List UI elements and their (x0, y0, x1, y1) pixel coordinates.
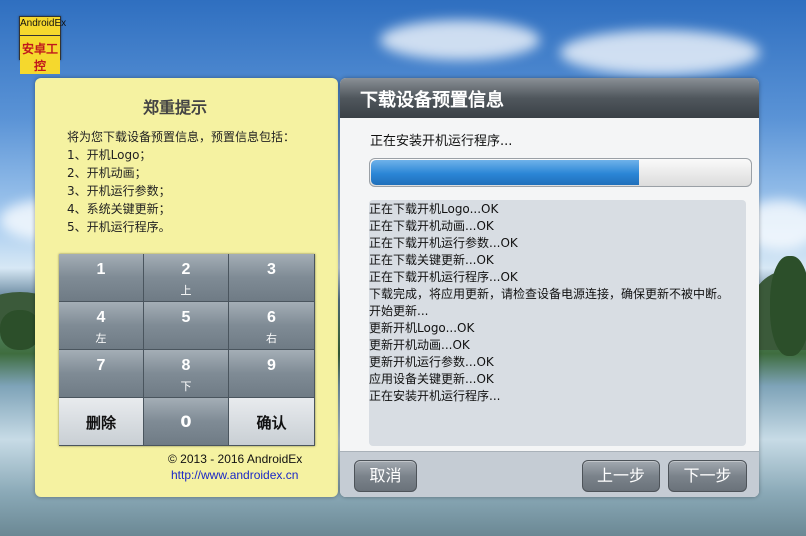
key-4[interactable]: 4左 (59, 302, 144, 350)
key-sublabel: 右 (266, 332, 277, 345)
log-line: 更新开机动画...OK (369, 338, 470, 352)
key-number: 9 (267, 357, 276, 374)
key-number: 0 (180, 412, 192, 431)
log-line: 更新开机Logo...OK (369, 321, 475, 335)
key-2[interactable]: 2上 (144, 254, 229, 302)
progress-bar (369, 158, 752, 187)
copyright-text: © 2013 - 2016 AndroidEx (168, 452, 303, 466)
key-0[interactable]: 0 (144, 398, 229, 446)
delete-key[interactable]: 删除 (59, 398, 144, 446)
website-link[interactable]: http://www.androidex.cn (171, 468, 298, 482)
notice-line: 将为您下载设备预置信息，预置信息包括： (67, 130, 296, 144)
cancel-button[interactable]: 取消 (354, 460, 417, 492)
key-number: 5 (181, 309, 191, 326)
download-panel: 下载设备预置信息 正在安装开机运行程序... 正在下载开机Logo...OK 正在… (340, 78, 759, 497)
key-6[interactable]: 6右 (229, 302, 315, 350)
logo-text-cn: 安卓工控 (20, 40, 60, 74)
key-9[interactable]: 9 (229, 350, 315, 398)
notice-panel: 郑重提示 将为您下载设备预置信息，预置信息包括： 1、开机Logo； 2、开机动… (35, 78, 338, 497)
log-line: 正在下载开机运行参数...OK (369, 236, 518, 250)
key-8[interactable]: 8下 (144, 350, 229, 398)
key-5[interactable]: 5 (144, 302, 229, 350)
log-area: 正在下载开机Logo...OK 正在下载开机动画...OK 正在下载开机运行参数..… (369, 200, 746, 446)
notice-text: 将为您下载设备预置信息，预置信息包括： 1、开机Logo； 2、开机动画； 3、… (67, 128, 295, 236)
log-line: 更新开机运行参数...OK (369, 355, 494, 369)
log-line: 正在下载开机运行程序...OK (369, 270, 518, 284)
key-sublabel: 下 (180, 380, 192, 393)
log-line: 应用设备关键更新...OK (369, 372, 494, 386)
notice-line: 2、开机动画； (67, 166, 147, 180)
notice-line: 3、开机运行参数； (67, 184, 171, 198)
key-7[interactable]: 7 (59, 350, 144, 398)
log-line: 正在下载开机动画...OK (369, 219, 494, 233)
progress-fill (371, 160, 639, 185)
delete-key-label: 删除 (85, 414, 116, 432)
key-number: 8 (181, 357, 191, 374)
key-number: 7 (96, 357, 106, 374)
key-number: 6 (267, 309, 276, 326)
notice-line: 1、开机Logo； (67, 148, 152, 162)
log-line: 下载完成，将应用更新，请检查设备电源连接，确保更新不被中断。 (369, 287, 730, 301)
key-number: 2 (181, 261, 191, 278)
confirm-key-label: 确认 (256, 414, 287, 432)
log-lines: 正在下载开机Logo...OK 正在下载开机动画...OK 正在下载开机运行参数..… (369, 201, 729, 405)
key-sublabel: 左 (95, 332, 107, 345)
log-line: 正在下载关键更新...OK (369, 253, 494, 267)
log-line: 开始更新... (369, 304, 429, 318)
prev-button[interactable]: 上一步 (582, 460, 660, 492)
log-line: 正在下载开机Logo...OK (369, 202, 499, 216)
keypad: 1 2上 3 4左 5 6右 7 8下 9 删除 0 确认 (59, 254, 315, 446)
confirm-key[interactable]: 确认 (229, 398, 315, 446)
status-text: 正在安装开机运行程序... (370, 134, 513, 149)
button-bar: 取消 上一步 下一步 (340, 451, 759, 497)
key-1[interactable]: 1 (59, 254, 144, 302)
log-line: 正在安装开机运行程序... (369, 389, 501, 403)
key-sublabel: 上 (180, 284, 192, 297)
notice-line: 4、系统关键更新； (67, 202, 171, 216)
key-3[interactable]: 3 (229, 254, 315, 302)
panel-header: 下载设备预置信息 (340, 78, 759, 118)
androidex-logo: AndroidEx 安卓工控 (19, 16, 67, 74)
notice-line: 5、开机运行程序。 (67, 220, 171, 234)
key-number: 1 (96, 261, 106, 278)
key-number: 4 (96, 309, 106, 326)
key-number: 3 (267, 261, 276, 278)
next-button[interactable]: 下一步 (668, 460, 747, 492)
panel-title: 下载设备预置信息 (360, 90, 504, 111)
logo-text-en: AndroidEx (20, 18, 67, 29)
notice-title: 郑重提示 (142, 98, 207, 117)
